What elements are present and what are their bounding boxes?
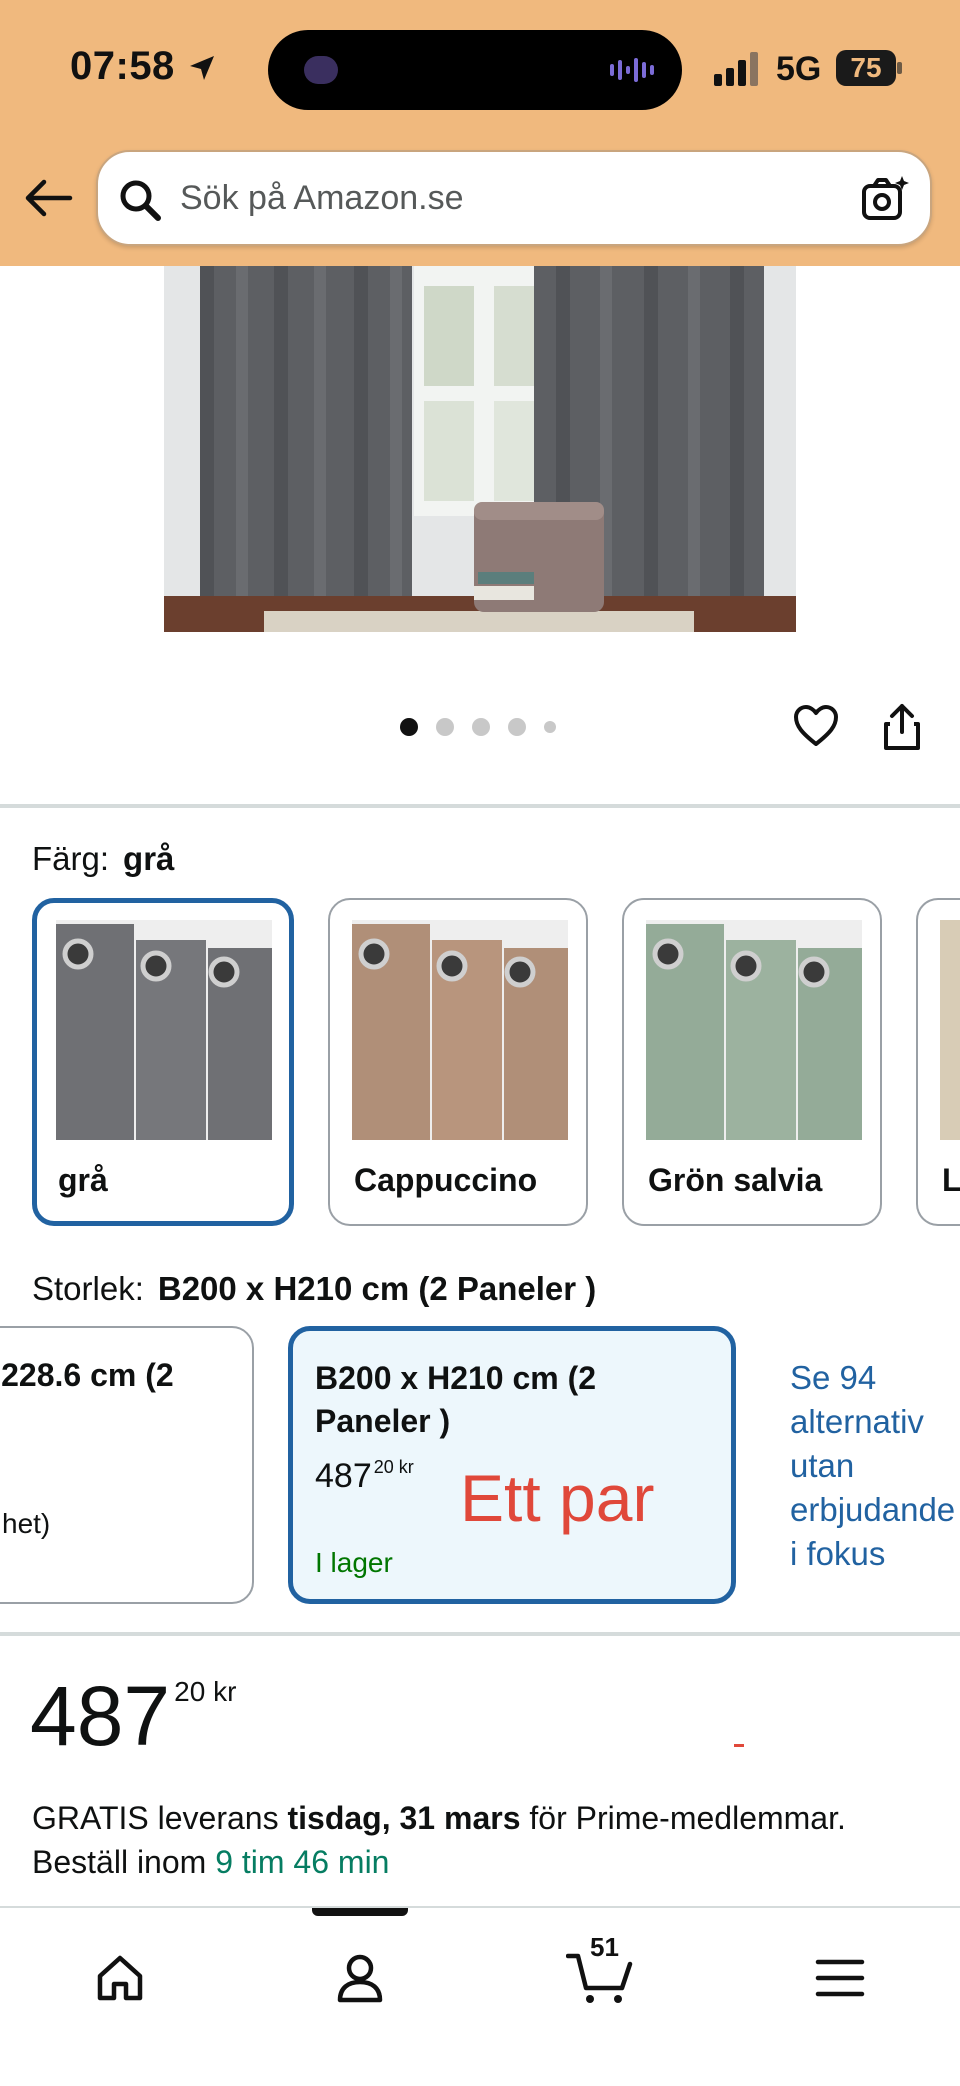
cart-count-badge: 51 bbox=[590, 1932, 619, 1962]
swatch-image bbox=[56, 920, 272, 1140]
color-swatch-cappuccino[interactable]: Cappuccino bbox=[328, 898, 588, 1226]
price-fraction: 20 bbox=[174, 1676, 206, 1707]
product-image[interactable] bbox=[164, 266, 796, 632]
delivery-date: tisdag, 31 mars bbox=[287, 1800, 521, 1836]
stock-status: I lager bbox=[315, 1547, 393, 1578]
network-type: 5G bbox=[776, 50, 822, 88]
order-within-label: Beställ inom bbox=[32, 1844, 207, 1880]
color-swatch-gron-salvia[interactable]: Grön salvia bbox=[622, 898, 882, 1226]
delivery-suffix: för Prime-medlemmar. bbox=[529, 1800, 846, 1836]
size-option-card[interactable]: H228.6 cm (2 het) bbox=[0, 1326, 254, 1604]
color-label-text: Färg: bbox=[32, 840, 110, 877]
menu-icon[interactable] bbox=[812, 1950, 868, 2006]
battery-cap bbox=[897, 62, 902, 74]
search-icon bbox=[120, 180, 161, 221]
carousel-dot[interactable] bbox=[400, 718, 418, 736]
price-whole: 487 bbox=[315, 1457, 372, 1495]
search-bar[interactable]: Sök på Amazon.se bbox=[96, 150, 932, 246]
back-arrow-icon[interactable] bbox=[22, 176, 74, 220]
app-header: 07:58 5G 75 Sök på Amazon.se bbox=[0, 0, 960, 266]
search-input[interactable]: Sök på Amazon.se bbox=[180, 179, 464, 218]
audio-wave-icon bbox=[610, 58, 654, 82]
island-activity-icon bbox=[304, 56, 338, 84]
carousel-dot[interactable] bbox=[508, 718, 526, 736]
color-swatch-gra[interactable]: grå bbox=[32, 898, 294, 1226]
account-icon[interactable] bbox=[332, 1950, 388, 2006]
color-swatch-partial[interactable]: Lj bbox=[916, 898, 960, 1226]
section-divider bbox=[0, 804, 960, 808]
selected-color: grå bbox=[123, 840, 175, 877]
see-more-options-link[interactable]: Se 94 alternativ utan erbjudande i fokus bbox=[790, 1356, 960, 1576]
delivery-info: GRATIS leverans tisdag, 31 mars för Prim… bbox=[32, 1796, 942, 1884]
swatch-image bbox=[646, 920, 862, 1140]
bottom-navigation: 51 bbox=[0, 1906, 960, 2086]
status-time: 07:58 bbox=[70, 44, 175, 88]
battery-percent: 75 bbox=[850, 52, 882, 83]
annotation-mark bbox=[734, 1744, 744, 1747]
price-whole: 487 bbox=[30, 1669, 171, 1763]
dynamic-island bbox=[268, 30, 682, 110]
battery-icon: 75 bbox=[836, 50, 902, 86]
active-tab-indicator bbox=[312, 1908, 408, 1916]
swatch-label: Grön salvia bbox=[648, 1162, 823, 1198]
status-bar: 07:58 5G 75 bbox=[0, 0, 960, 140]
heart-icon[interactable] bbox=[792, 702, 840, 750]
carousel-dot[interactable] bbox=[472, 718, 490, 736]
price-fraction: 20 bbox=[373, 1457, 394, 1477]
product-page: 07:58 5G 75 Sök på Amazon.se Färg: grå g… bbox=[0, 0, 960, 2086]
swatch-image bbox=[352, 920, 568, 1140]
section-divider bbox=[0, 1632, 960, 1636]
size-option-price: 487 20 kr bbox=[315, 1457, 414, 1496]
camera-search-icon[interactable] bbox=[860, 174, 910, 224]
order-countdown: 9 tim 46 min bbox=[215, 1844, 390, 1880]
swatch-label: grå bbox=[58, 1162, 108, 1198]
home-icon[interactable] bbox=[92, 1950, 148, 2006]
location-arrow-icon bbox=[190, 56, 214, 80]
price-currency: kr bbox=[398, 1457, 414, 1477]
size-label-text: Storlek: bbox=[32, 1270, 144, 1307]
product-price: 487 20 kr bbox=[30, 1668, 236, 1765]
cellular-signal-icon bbox=[714, 52, 758, 86]
price-currency: kr bbox=[213, 1676, 237, 1707]
carousel-dot[interactable] bbox=[544, 721, 556, 733]
handwritten-annotation: Ett par bbox=[460, 1461, 655, 1535]
size-option-note: het) bbox=[2, 1508, 51, 1539]
swatch-label: Lj bbox=[942, 1162, 960, 1198]
selected-size: B200 x H210 cm (2 Paneler ) bbox=[157, 1270, 597, 1307]
swatch-image bbox=[940, 920, 960, 1140]
size-option-title: B200 x H210 cm (2 Paneler ) bbox=[315, 1360, 597, 1439]
color-label: Färg: grå bbox=[32, 840, 174, 878]
share-icon[interactable] bbox=[882, 702, 922, 752]
swatch-label: Cappuccino bbox=[354, 1162, 538, 1198]
size-option-title: H228.6 cm (2 bbox=[0, 1357, 174, 1393]
size-label: Storlek: B200 x H210 cm (2 Paneler ) bbox=[32, 1270, 596, 1308]
delivery-prefix: GRATIS leverans bbox=[32, 1800, 279, 1836]
carousel-dot[interactable] bbox=[436, 718, 454, 736]
